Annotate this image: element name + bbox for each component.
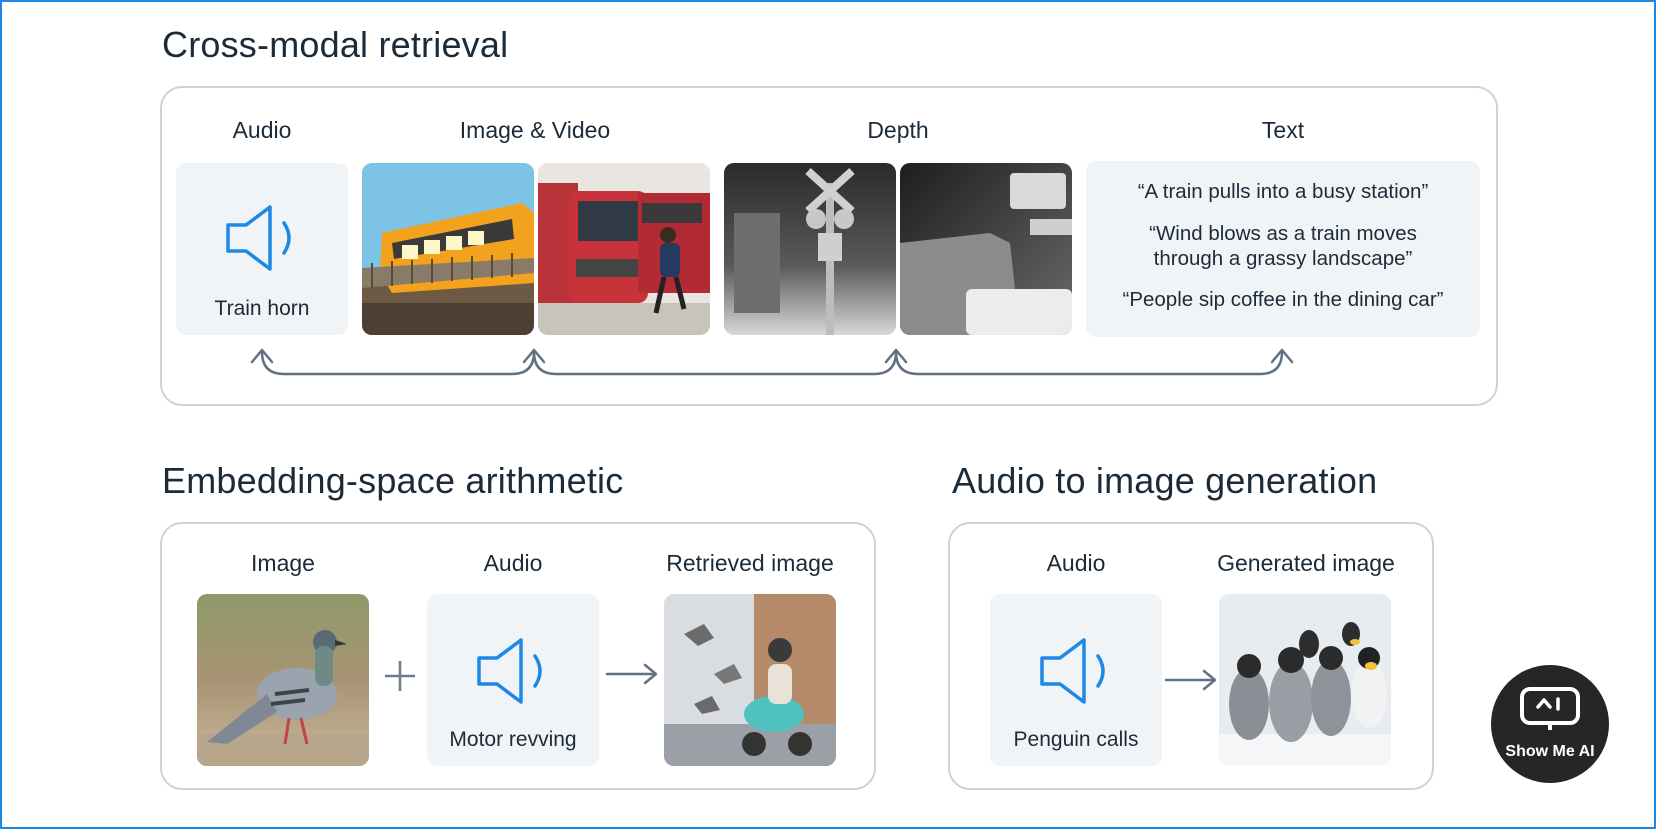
audio-tile-penguin-calls: Penguin calls <box>990 594 1162 766</box>
arithmetic-title: Embedding-space arithmetic <box>162 460 624 501</box>
cross-modal-title: Cross-modal retrieval <box>162 24 509 65</box>
label-audio: Audio <box>232 117 292 143</box>
speaker-icon <box>1040 638 1105 704</box>
image-red-train <box>538 163 710 335</box>
depth-map-crossing <box>724 163 896 335</box>
label-image: Image <box>251 550 315 576</box>
label-gen-audio: Audio <box>1046 550 1106 576</box>
text-quote-2b: through a grassy landscape” <box>1153 247 1413 270</box>
image-pigeon <box>197 594 369 766</box>
arrow-right-icon <box>1164 669 1217 691</box>
label-generated-image: Generated image <box>1217 550 1395 576</box>
badge-label: Show Me AI <box>1505 743 1595 760</box>
label-image-video: Image & Video <box>459 117 611 143</box>
image-penguins <box>1219 594 1391 766</box>
audio-tile-train-horn: Train horn <box>176 163 348 335</box>
text-tile: “A train pulls into a busy station” “Win… <box>1086 161 1480 337</box>
audio-caption-train-horn: Train horn <box>214 297 310 320</box>
audio-caption-motor-revving: Motor revving <box>449 728 577 751</box>
text-quote-1: “A train pulls into a busy station” <box>1137 180 1429 203</box>
speaker-icon <box>477 638 542 704</box>
text-quote-2a: “Wind blows as a train moves <box>1149 222 1417 245</box>
label-retrieved-image: Retrieved image <box>666 550 834 576</box>
label-arith-audio: Audio <box>483 550 543 576</box>
audio-caption-penguin-calls: Penguin calls <box>1013 728 1139 751</box>
audio-tile-motor-revving: Motor revving <box>427 594 599 766</box>
speaker-icon <box>226 205 291 271</box>
generation-title: Audio to image generation <box>952 460 1378 501</box>
label-depth: Depth <box>867 117 929 143</box>
text-quote-3: “People sip coffee in the dining car” <box>1122 288 1444 311</box>
depth-map-train <box>900 163 1072 335</box>
label-text: Text <box>1261 117 1305 143</box>
show-me-ai-badge: Show Me AI <box>1491 665 1609 783</box>
image-scooter-pigeons <box>664 594 836 766</box>
arrow-right-icon <box>605 663 658 685</box>
image-yellow-train <box>362 163 534 335</box>
robot-face-icon <box>1520 687 1580 730</box>
plus-operator-icon <box>385 661 415 691</box>
